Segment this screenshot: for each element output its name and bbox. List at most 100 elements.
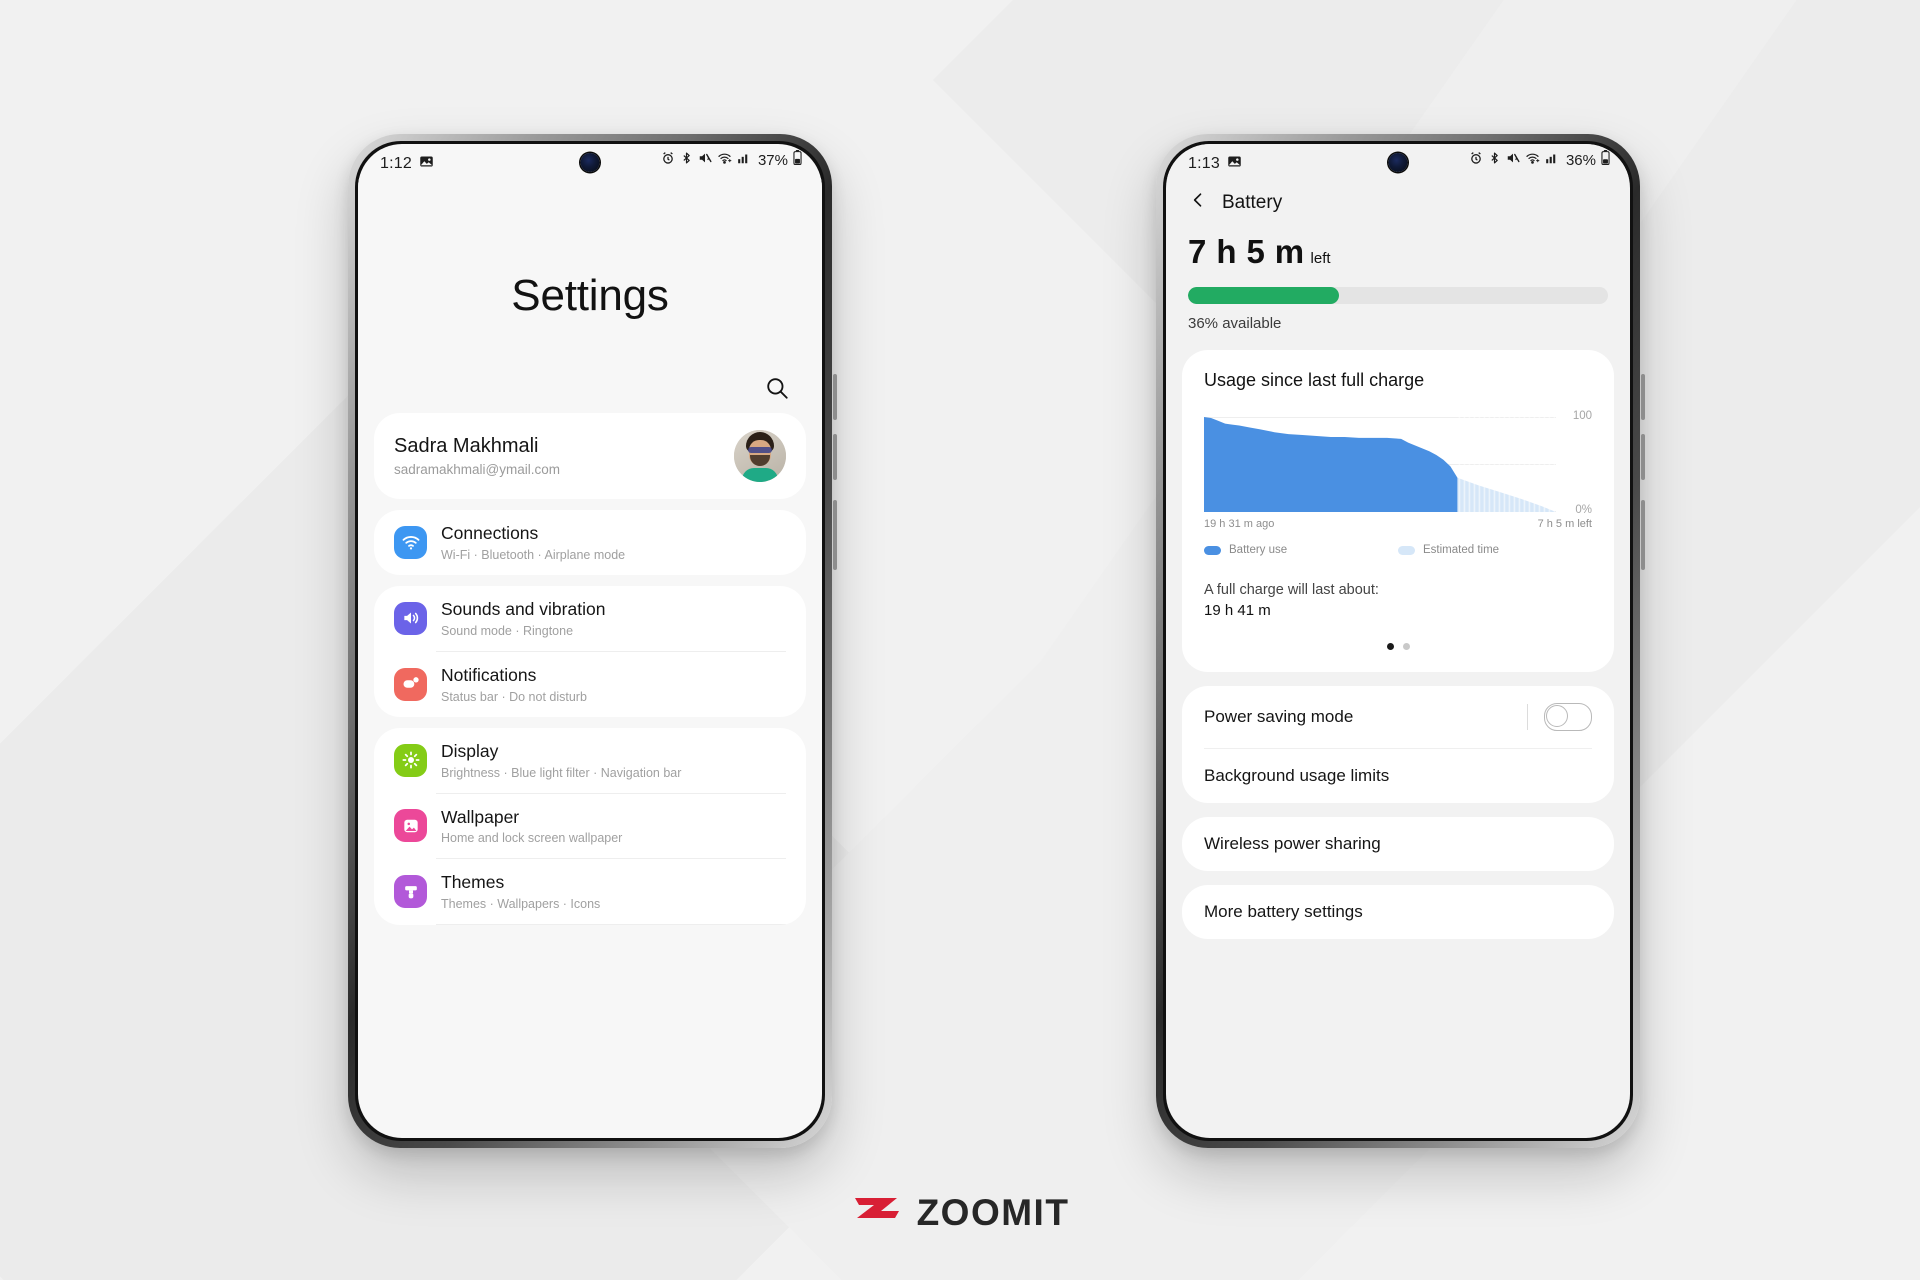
wifi-icon: [717, 151, 732, 170]
profile-text: Sadra Makhmali sadramakhmali@ymail.com: [394, 435, 734, 477]
battery-options-group-3: More battery settings: [1182, 885, 1614, 939]
battery-options-group-2: Wireless power sharing: [1182, 817, 1614, 871]
page-title: Settings: [511, 270, 669, 320]
brightness-icon: [394, 743, 427, 777]
settings-group-sound-notifications: Sounds and vibration Sound mode · Ringto…: [374, 585, 806, 717]
device-button-volume-up[interactable]: [833, 374, 837, 420]
wifi-icon: [1525, 151, 1540, 170]
profile-email: sadramakhmali@ymail.com: [394, 462, 560, 477]
status-bar-right-2: 36%: [1469, 150, 1610, 170]
item-title: Themes: [441, 872, 505, 893]
sidebar-item-sounds-and-vibration[interactable]: Sounds and vibration Sound mode · Ringto…: [374, 586, 806, 651]
legend-swatch-battery-use: [1204, 545, 1221, 555]
sidebar-item-themes[interactable]: Themes Themes · Wallpapers · Icons: [374, 859, 806, 924]
divider: [436, 924, 786, 926]
search-icon: [764, 375, 790, 406]
page-title-battery: Battery: [1222, 191, 1283, 213]
device-button-volume-down-2[interactable]: [1641, 434, 1645, 480]
item-title: Wallpaper: [441, 806, 520, 827]
chart-xlabel-end: 7 h 5 m left: [1537, 518, 1592, 530]
profile-row[interactable]: Sadra Makhmali sadramakhmali@ymail.com: [374, 413, 806, 499]
phone-device-settings: 1:12 37% Settings Sadra Makhmali sadrama…: [348, 134, 837, 1148]
sidebar-item-connections[interactable]: Connections Wi-Fi · Bluetooth · Airplane…: [374, 510, 806, 575]
item-subtitle: Brightness · Blue light filter · Navigat…: [441, 765, 682, 780]
zoomit-logo-icon: [851, 1194, 903, 1232]
item-title: Display: [441, 740, 499, 761]
item-title: Notifications: [441, 664, 537, 685]
chart-ytick-top: 100: [1572, 410, 1592, 422]
status-time: 1:12: [380, 155, 412, 172]
row-background-usage-limits[interactable]: Background usage limits: [1182, 749, 1614, 803]
image-icon: [1227, 154, 1242, 174]
search-button[interactable]: [758, 371, 796, 409]
battery-available-label: 36% available: [1188, 315, 1282, 332]
row-more-battery-settings[interactable]: More battery settings: [1182, 885, 1614, 939]
bluetooth-icon: [1488, 151, 1501, 170]
row-power-saving-mode[interactable]: Power saving mode: [1182, 686, 1614, 748]
battery-time-left-suffix: left: [1310, 250, 1331, 267]
usage-card-title: Usage since last full charge: [1204, 370, 1425, 390]
sidebar-item-notifications[interactable]: Notifications Status bar · Do not distur…: [374, 652, 806, 717]
full-charge-label: A full charge will last about:: [1204, 582, 1379, 598]
item-subtitle: Wi-Fi · Bluetooth · Airplane mode: [441, 547, 626, 562]
footer-brand: ZOOMIT: [0, 1192, 1920, 1234]
settings-group-display: Display Brightness · Blue light filter ·…: [374, 727, 806, 926]
item-text: Connections Wi-Fi · Bluetooth · Airplane…: [441, 523, 786, 562]
pager-dot-2[interactable]: [1402, 643, 1410, 650]
legend-swatch-estimated-time: [1398, 545, 1415, 555]
profile-card[interactable]: Sadra Makhmali sadramakhmali@ymail.com: [374, 413, 806, 499]
sidebar-item-display[interactable]: Display Brightness · Blue light filter ·…: [374, 728, 806, 793]
status-bar-2: 1:13 36%: [1166, 144, 1630, 178]
item-text: Themes Themes · Wallpapers · Icons: [441, 872, 786, 911]
alarm-icon: [661, 151, 675, 170]
row-label-more-battery-settings: More battery settings: [1204, 902, 1363, 921]
battery-options-group-1: Power saving mode Background usage limit…: [1182, 686, 1614, 803]
row-wireless-power-sharing[interactable]: Wireless power sharing: [1182, 817, 1614, 871]
item-text: Display Brightness · Blue light filter ·…: [441, 741, 786, 780]
legend-label-battery-use: Battery use: [1229, 544, 1288, 556]
battery-level-bar: [1188, 287, 1608, 304]
battery-header: Battery: [1166, 178, 1630, 219]
item-text: Wallpaper Home and lock screen wallpaper: [441, 807, 786, 846]
power-saving-mode-toggle[interactable]: [1544, 703, 1592, 731]
back-chevron-icon[interactable]: [1188, 190, 1208, 215]
settings-screen: 1:12 37% Settings Sadra Makhmali sadrama…: [358, 144, 822, 1138]
settings-group-connections: Connections Wi-Fi · Bluetooth · Airplane…: [374, 510, 806, 575]
brush-icon: [394, 875, 427, 909]
sidebar-item-wallpaper[interactable]: Wallpaper Home and lock screen wallpaper: [374, 794, 806, 859]
device-button-volume-down[interactable]: [833, 434, 837, 480]
pager-dot-1[interactable]: [1386, 643, 1394, 650]
front-camera-punchhole-2: [1388, 153, 1408, 172]
settings-header: Settings: [358, 178, 822, 413]
avatar[interactable]: [734, 430, 786, 482]
mute-icon: [698, 151, 712, 170]
item-subtitle: Status bar · Do not disturb: [441, 689, 587, 704]
card-pager[interactable]: [1182, 643, 1614, 650]
usage-card: Usage since last full charge 100 0% 19 h…: [1182, 350, 1614, 672]
battery-icon: [1601, 150, 1610, 170]
item-title: Connections: [441, 523, 539, 543]
picture-icon: [394, 809, 427, 843]
device-button-volume-up-2[interactable]: [1641, 374, 1645, 420]
item-subtitle: Themes · Wallpapers · Icons: [441, 897, 601, 912]
row-label-power-saving-mode: Power saving mode: [1204, 707, 1354, 726]
legend-item-battery-use: Battery use: [1204, 544, 1398, 556]
item-text: Notifications Status bar · Do not distur…: [441, 665, 786, 704]
front-camera-punchhole: [580, 153, 600, 172]
phone-bezel: 1:12 37% Settings Sadra Makhmali sadrama…: [355, 141, 825, 1141]
full-charge-value: 19 h 41 m: [1204, 602, 1271, 619]
toggle-knob: [1546, 705, 1568, 727]
device-button-power-2[interactable]: [1641, 500, 1645, 570]
battery-icon: [793, 150, 802, 170]
status-bar-left-2: 1:13: [1188, 154, 1242, 174]
chart-axis-labels: 19 h 31 m ago 7 h 5 m left: [1204, 518, 1592, 530]
phone-device-battery: 1:13 36% Battery 7 h 5 m left 36% availa…: [1156, 134, 1645, 1148]
alarm-icon: [1469, 151, 1483, 170]
device-button-power[interactable]: [833, 500, 837, 570]
item-subtitle: Home and lock screen wallpaper: [441, 831, 623, 846]
wifi-icon: [394, 525, 427, 559]
battery-time-left: 7 h 5 m left: [1166, 219, 1630, 271]
mute-icon: [1506, 151, 1520, 170]
chart-legend: Battery use Estimated time: [1204, 544, 1592, 556]
row-separator: [1527, 704, 1528, 730]
